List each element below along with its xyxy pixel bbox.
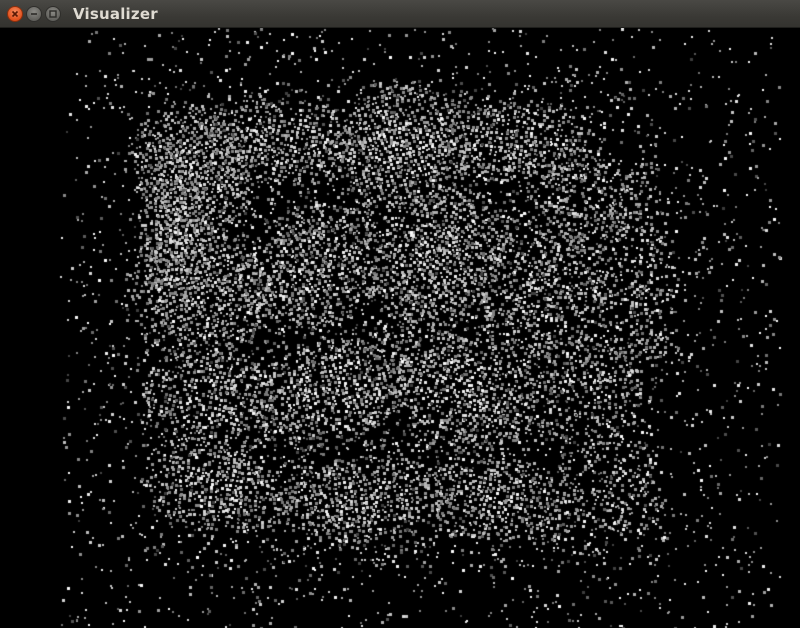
- close-button[interactable]: [7, 6, 23, 22]
- title-bar[interactable]: Visualizer: [0, 0, 800, 28]
- close-icon: [11, 10, 19, 18]
- window-title: Visualizer: [73, 5, 158, 23]
- maximize-icon: [49, 10, 57, 18]
- visualizer-window: Visualizer: [0, 0, 800, 628]
- minimize-button[interactable]: [26, 6, 42, 22]
- maximize-button[interactable]: [45, 6, 61, 22]
- point-cloud-canvas[interactable]: [0, 28, 800, 628]
- minimize-icon: [31, 13, 37, 15]
- render-viewport[interactable]: [0, 28, 800, 628]
